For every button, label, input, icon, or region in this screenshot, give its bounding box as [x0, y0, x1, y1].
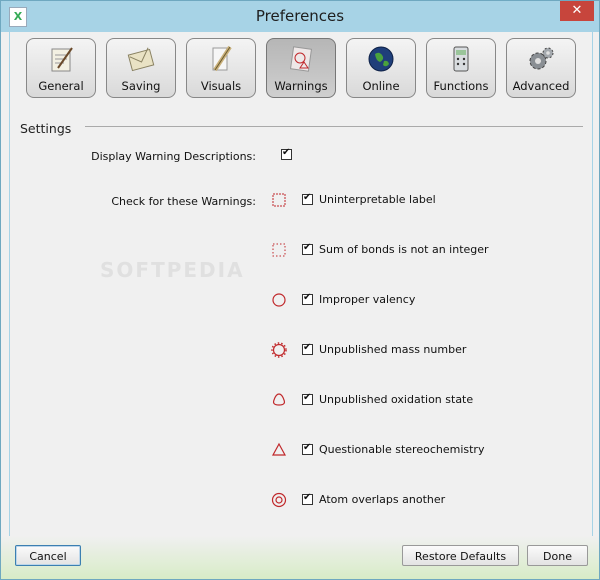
warning-checkbox[interactable] [302, 342, 313, 355]
tab-online-label: Online [362, 79, 400, 93]
rounded-triangle-icon [272, 393, 286, 406]
globe-icon [368, 46, 394, 72]
done-button[interactable]: Done [527, 545, 588, 566]
warning-label: Improper valency [319, 293, 416, 306]
gears-icon [529, 47, 554, 70]
warning-label: Atom overlaps another [319, 493, 446, 506]
warning-label: Sum of bonds is not an integer [319, 243, 489, 256]
tab-warnings[interactable]: Warnings [266, 38, 336, 98]
warning-checkbox[interactable] [302, 392, 313, 405]
preferences-tabs: General Saving Visuals Warnings Online F… [9, 32, 593, 106]
window-title: Preferences [255, 7, 345, 25]
warning-label: Unpublished mass number [319, 343, 467, 356]
cancel-button[interactable]: Cancel [15, 545, 81, 566]
circle-icon [272, 293, 286, 307]
warning-label: Questionable stereochemistry [319, 443, 485, 456]
calculator-icon [453, 46, 469, 72]
warning-row-unpublished-mass-number: Unpublished mass number [269, 340, 569, 360]
warning-checkbox[interactable] [302, 242, 313, 255]
tab-saving-label: Saving [121, 79, 161, 93]
envelope-icon [127, 47, 155, 72]
warning-label: Unpublished oxidation state [319, 393, 474, 406]
warning-label: Uninterpretable label [319, 193, 436, 206]
warning-checkbox[interactable] [302, 442, 313, 455]
gear-shape-icon [271, 342, 287, 358]
tab-saving[interactable]: Saving [106, 38, 176, 98]
double-circle-icon [271, 492, 287, 508]
tab-advanced[interactable]: Advanced [506, 38, 576, 98]
warning-checkbox[interactable] [302, 492, 313, 505]
check-warnings-label: Check for these Warnings: [111, 195, 256, 208]
tab-functions[interactable]: Functions [426, 38, 496, 98]
warning-row-unpublished-oxidation-state: Unpublished oxidation state [269, 390, 569, 410]
section-title: Settings [20, 121, 72, 136]
dotted-square-icon [272, 243, 286, 257]
warning-row-questionable-stereochemistry: Questionable stereochemistry [269, 440, 569, 460]
warning-checkbox[interactable] [302, 292, 313, 305]
watermark: SOFTPEDIA [100, 258, 245, 282]
tab-general[interactable]: General [26, 38, 96, 98]
preferences-window: X Preferences ✕ General Saving Visuals W… [0, 0, 600, 580]
tab-functions-label: Functions [433, 79, 489, 93]
warning-sheet-icon [289, 46, 313, 72]
tab-visuals-label: Visuals [200, 79, 242, 93]
tab-online[interactable]: Online [346, 38, 416, 98]
display-descriptions-checkbox[interactable] [281, 147, 292, 160]
restore-defaults-button[interactable]: Restore Defaults [402, 545, 519, 566]
tab-advanced-label: Advanced [512, 79, 570, 93]
settings-panel: Settings SOFTPEDIA Display Warning Descr… [9, 106, 593, 536]
warning-row-atom-overlaps: Atom overlaps another [269, 490, 569, 510]
display-descriptions-label: Display Warning Descriptions: [91, 150, 256, 163]
section-divider [85, 126, 583, 127]
tab-warnings-label: Warnings [274, 79, 328, 93]
warning-checkbox[interactable] [302, 192, 313, 205]
warning-row-sum-of-bonds: Sum of bonds is not an integer [269, 240, 569, 260]
tab-general-label: General [38, 79, 84, 93]
jagged-square-icon [272, 193, 286, 207]
title-bar[interactable]: X Preferences ✕ [1, 1, 599, 32]
tab-visuals[interactable]: Visuals [186, 38, 256, 98]
button-bar: Cancel Restore Defaults Done [1, 536, 599, 579]
warning-row-improper-valency: Improper valency [269, 290, 569, 310]
warning-row-uninterpretable-label: Uninterpretable label [269, 190, 569, 210]
triangle-icon [271, 442, 287, 456]
ruler-pencil-icon [212, 45, 232, 72]
close-button[interactable]: ✕ [560, 1, 594, 21]
notepad-icon [51, 47, 73, 72]
